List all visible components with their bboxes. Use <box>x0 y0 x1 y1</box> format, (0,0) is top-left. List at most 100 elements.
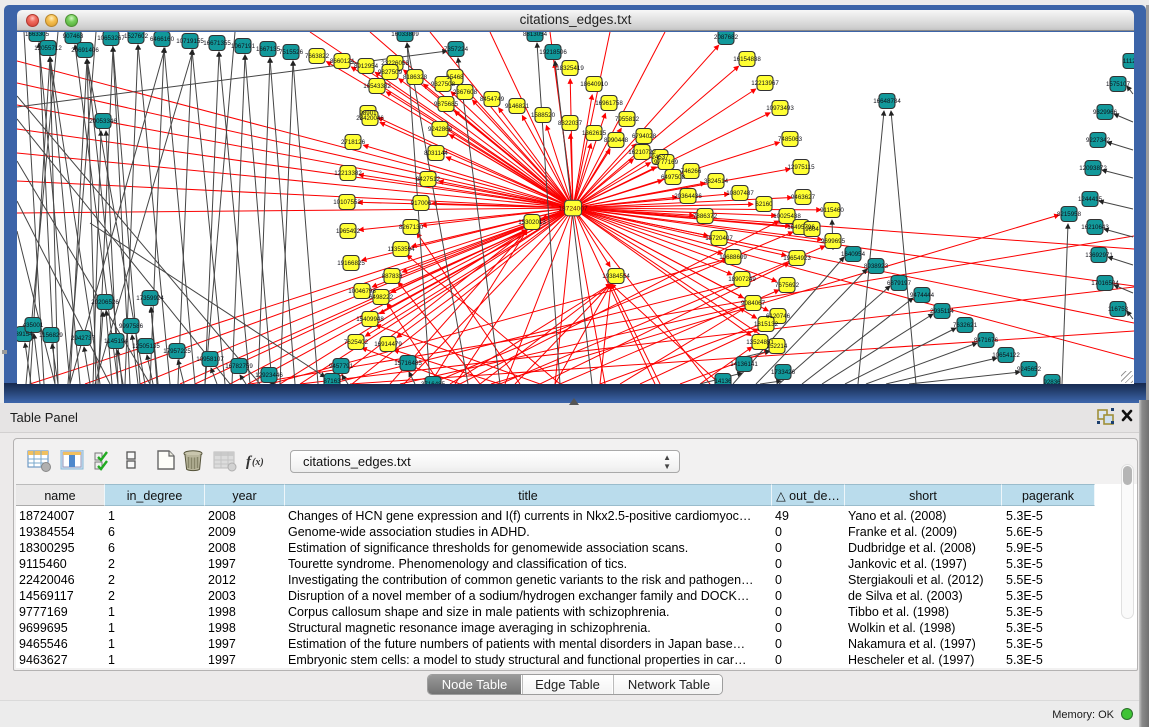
svg-text:9115460: 9115460 <box>820 207 844 214</box>
svg-text:11353594: 11353594 <box>387 246 415 253</box>
svg-text:6794028: 6794028 <box>632 133 657 140</box>
svg-text:9329966: 9329966 <box>1093 109 1118 116</box>
svg-text:16671355: 16671355 <box>203 40 231 47</box>
svg-text:39154: 39154 <box>17 331 33 338</box>
svg-text:3824514: 3824514 <box>704 178 729 185</box>
svg-text:9604: 9604 <box>805 226 819 233</box>
svg-text:8267130: 8267130 <box>399 224 424 231</box>
svg-text:1244415: 1244415 <box>1078 196 1103 203</box>
svg-text:17016504: 17016504 <box>1091 280 1119 287</box>
svg-text:12923446: 12923446 <box>255 372 283 379</box>
svg-text:7955812: 7955812 <box>615 116 640 123</box>
svg-text:2367608: 2367608 <box>453 89 478 96</box>
svg-text:9699695: 9699695 <box>821 238 846 245</box>
svg-text:9245652: 9245652 <box>1017 366 1042 373</box>
svg-text:887833: 887833 <box>382 273 403 280</box>
svg-text:1575107: 1575107 <box>1106 81 1131 88</box>
svg-text:23226058: 23226058 <box>381 60 409 67</box>
svg-text:9777169: 9777169 <box>654 159 679 166</box>
svg-text:8322037: 8322037 <box>558 120 583 127</box>
svg-text:8912954: 8912954 <box>354 63 379 70</box>
svg-text:18907249: 18907249 <box>728 276 756 283</box>
svg-text:1733426: 1733426 <box>771 369 796 376</box>
svg-text:15720407: 15720407 <box>705 235 733 242</box>
svg-text:6120746: 6120746 <box>766 313 791 320</box>
svg-text:1667135: 1667135 <box>256 46 281 53</box>
svg-text:907463: 907463 <box>63 33 84 40</box>
svg-text:1815132: 1815132 <box>754 321 779 328</box>
svg-text:7886372: 7886372 <box>693 213 718 220</box>
svg-text:9997586: 9997586 <box>119 323 144 330</box>
svg-text:252214: 252214 <box>767 343 788 350</box>
svg-text:7515526: 7515526 <box>279 49 304 56</box>
svg-text:9827509: 9827509 <box>378 69 403 76</box>
svg-text:7632621: 7632621 <box>953 322 978 329</box>
svg-text:16543382: 16543382 <box>363 83 391 90</box>
svg-text:9875685: 9875685 <box>434 101 459 108</box>
svg-text:917006: 917006 <box>411 200 432 207</box>
svg-text:6466160: 6466160 <box>150 36 175 43</box>
svg-text:2942737: 2942737 <box>71 335 96 342</box>
svg-text:435001: 435001 <box>23 322 44 329</box>
svg-text:1965492: 1965492 <box>336 228 361 235</box>
svg-text:10688609: 10688609 <box>719 254 747 261</box>
svg-text:16961758: 16961758 <box>595 100 623 107</box>
svg-text:8660124: 8660124 <box>330 58 355 65</box>
svg-text:10807487: 10807487 <box>726 190 754 197</box>
svg-text:16033809: 16033809 <box>391 32 419 38</box>
svg-text:20364436: 20364436 <box>674 193 702 200</box>
svg-text:15468: 15468 <box>446 74 464 81</box>
svg-text:10654122: 10654122 <box>992 352 1020 359</box>
svg-text:1145194: 1145194 <box>104 338 128 345</box>
svg-text:15409948: 15409948 <box>356 316 384 323</box>
svg-text:10107552: 10107552 <box>333 199 361 206</box>
svg-text:19218506: 19218506 <box>539 49 567 56</box>
svg-text:(x): (x) <box>252 457 264 468</box>
svg-text:12213382: 12213382 <box>334 170 362 177</box>
svg-text:23420046: 23420046 <box>356 115 384 122</box>
svg-text:18325419: 18325419 <box>556 65 584 72</box>
svg-text:12093872: 12093872 <box>1079 165 1107 172</box>
svg-text:1527602: 1527602 <box>124 33 149 40</box>
svg-text:7625402: 7625402 <box>344 339 369 346</box>
svg-text:19384554: 19384554 <box>602 273 630 280</box>
svg-text:18640910: 18640910 <box>580 81 608 88</box>
svg-text:9242868: 9242868 <box>428 126 453 133</box>
svg-text:3716485: 3716485 <box>421 381 446 384</box>
svg-text:6497508: 6497508 <box>661 174 686 181</box>
svg-text:14136141: 14136141 <box>730 361 758 368</box>
svg-text:7663822: 7663822 <box>305 53 330 60</box>
svg-text:8031144: 8031144 <box>424 150 448 157</box>
svg-text:9146821: 9146821 <box>505 103 530 110</box>
svg-text:9474444: 9474444 <box>910 292 935 299</box>
svg-text:1067191: 1067191 <box>231 43 256 50</box>
svg-text:1640954: 1640954 <box>841 251 866 258</box>
svg-text:16782759: 16782759 <box>225 363 253 370</box>
svg-text:9457791: 9457791 <box>329 363 354 370</box>
svg-text:8471676: 8471676 <box>974 337 999 344</box>
svg-text:6498222: 6498222 <box>369 294 394 301</box>
svg-text:14136: 14136 <box>714 378 732 384</box>
svg-text:16914479: 16914479 <box>374 341 402 348</box>
svg-text:92836: 92836 <box>1043 379 1061 384</box>
svg-text:10958107: 10958107 <box>196 356 224 363</box>
svg-text:87163: 87163 <box>323 378 341 384</box>
svg-text:2935114: 2935114 <box>930 308 954 315</box>
svg-text:19166825: 19166825 <box>337 260 365 267</box>
svg-text:11123: 11123 <box>1123 58 1134 65</box>
svg-text:8813054: 8813054 <box>523 32 548 38</box>
svg-text:12213967: 12213967 <box>751 80 779 87</box>
svg-text:9227342: 9227342 <box>1086 137 1111 144</box>
svg-text:12055712: 12055712 <box>34 45 62 52</box>
svg-text:8427512: 8427512 <box>416 176 441 183</box>
svg-text:1663305: 1663305 <box>25 32 50 38</box>
svg-text:15302013: 15302013 <box>518 219 546 226</box>
svg-text:13692971: 13692971 <box>1085 252 1113 259</box>
svg-text:7485063: 7485063 <box>778 136 803 143</box>
svg-text:17359924: 17359924 <box>136 295 164 302</box>
svg-text:116753: 116753 <box>1108 306 1129 313</box>
svg-text:9084067: 9084067 <box>741 300 766 307</box>
svg-text:1588520: 1588520 <box>531 112 556 119</box>
svg-text:12505135: 12505135 <box>132 343 160 350</box>
svg-text:17957225: 17957225 <box>163 348 191 355</box>
